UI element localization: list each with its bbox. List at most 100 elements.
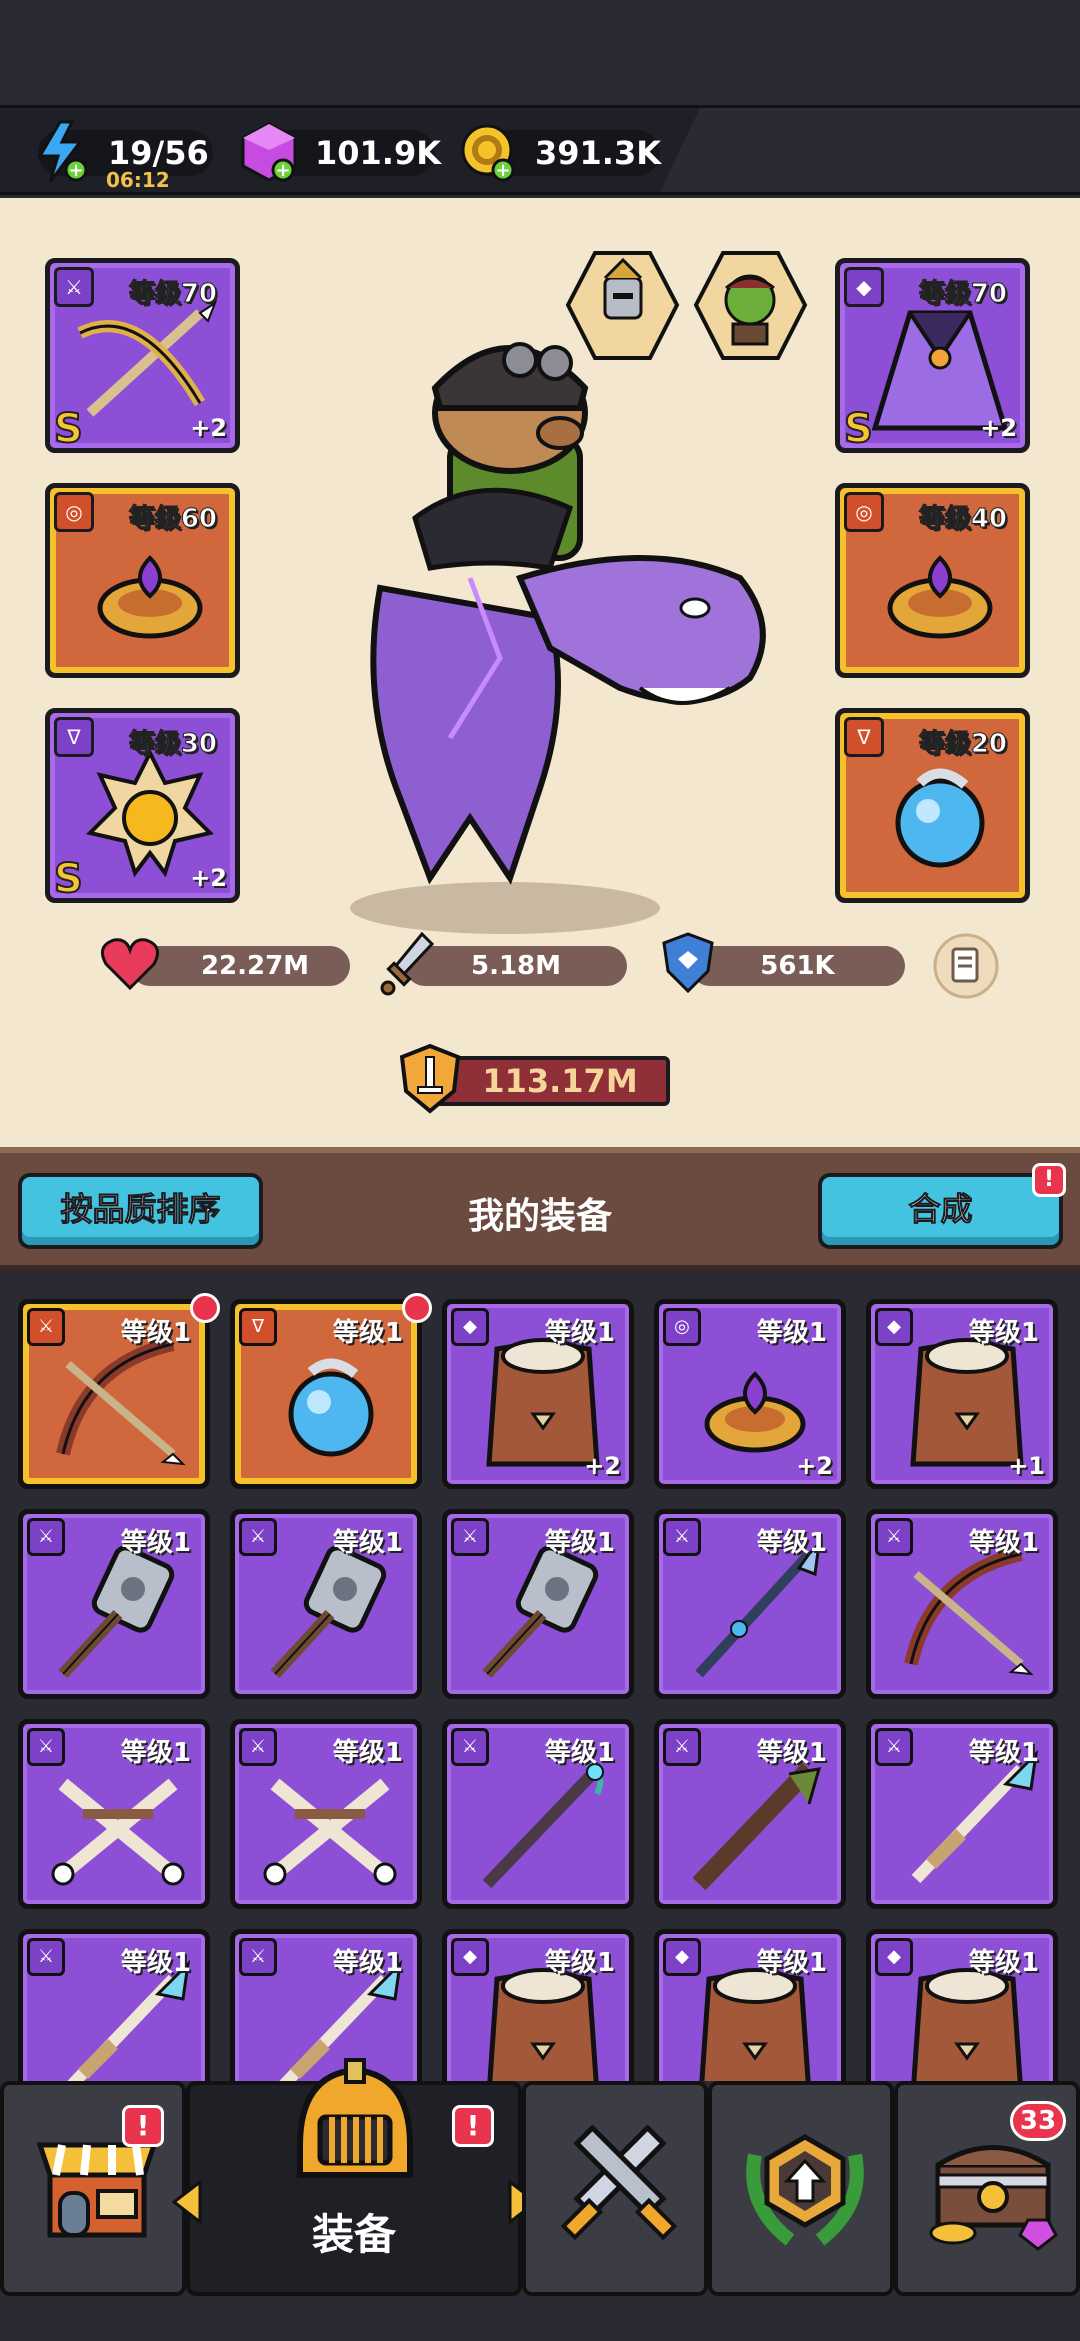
shop-alert-badge: ! [122,2105,164,2147]
inventory-item[interactable]: ⚔ 等级1 [866,1509,1058,1699]
new-item-indicator [190,1293,220,1323]
svg-text:+: + [68,160,83,181]
crossed-swords-icon [560,2125,678,2241]
inventory-header: 按品质排序 我的装备 合成 ! [0,1153,1080,1271]
item-level: 等级1 [756,1738,827,1768]
inventory-grid: ⚔ 等级1 ᐁ 等级1 ◆ 等级1 +2 ◎ 等级1 +2 ◆ 等级1 +1 ⚔ 等级1 ⚔ 等级1 ⚔ 等级1 ⚔ 等… [0,1271,1080,2081]
defense-stat: 561K [690,946,905,986]
item-plus: +2 [584,1452,621,1480]
inventory-item[interactable]: ⚔ 等级1 [18,1929,210,2081]
item-level: 等级1 [332,1738,403,1768]
inventory-item[interactable]: ◆ 等级1 [442,1929,634,2081]
helmet-icon [297,2058,413,2178]
bottom-nav: ! ! 装备 33 [0,2058,1080,2341]
inventory-item[interactable]: ⚔ 等级1 [18,1509,210,1699]
sword-type-icon: ⚔ [239,1518,277,1556]
amulet-slot[interactable]: ᐁ 等级30 S +2 [45,708,240,903]
item-level: 等级1 [756,1318,827,1348]
gold-counter[interactable]: + 391.3K [461,124,662,182]
gem-value: 101.9K [315,134,442,172]
equipment-alert-badge: ! [452,2105,494,2147]
slot-level: 等级30 [128,729,217,760]
inventory-item[interactable]: ⚔ 等级1 [18,1719,210,1909]
power-shield-icon [399,1043,461,1114]
inventory-item[interactable]: ⚔ 等级1 [442,1719,634,1909]
weapon-slot[interactable]: ⚔ 等级70 S +2 [45,258,240,453]
gem-icon: + [241,122,297,182]
necklace-type-icon: ᐁ [54,717,94,757]
sword-type-icon: ⚔ [875,1518,913,1556]
coin-icon: + [461,124,515,182]
item-level: 等级1 [968,1948,1039,1978]
gold-value: 391.3K [535,134,662,172]
armor-slot[interactable]: ◆ 等级70 S +2 [835,258,1030,453]
hero-panel: ⚔ 等级70 S +2 ◎ 等级60 ᐁ 等级30 S +2 ◆ 等级70 S … [0,198,1080,1317]
slot-plus: +2 [190,414,227,442]
armor-type-icon: ◆ [451,1938,489,1976]
ring-slot-right[interactable]: ◎ 等级40 [835,483,1030,678]
tab-equipment[interactable]: ! 装备 [172,2058,538,2296]
pendant-slot[interactable]: ᐁ 等级20 [835,708,1030,903]
sword-type-icon: ⚔ [27,1308,65,1346]
armor-type-icon: ◆ [875,1938,913,1976]
energy-icon: + [37,120,88,183]
svg-text:+: + [275,160,290,181]
inventory-item[interactable]: ⚔ 等级1 [230,1719,422,1909]
inventory-item[interactable]: ⚔ 等级1 [654,1719,846,1909]
tab-chest[interactable]: 33 [894,2081,1080,2296]
sword-type-icon: ⚔ [875,1728,913,1766]
item-level: 等级1 [120,1318,191,1348]
energy-timer: 06:12 [106,168,170,192]
slot-grade: S [53,855,84,902]
ring-type-icon: ◎ [663,1308,701,1346]
chest-count-badge: 33 [1010,2101,1066,2141]
ring-type-icon: ◎ [54,492,94,532]
inventory-item[interactable]: ◆ 等级1 +2 [442,1299,634,1489]
gem-counter[interactable]: + 101.9K [241,122,441,182]
armor-type-icon: ◆ [451,1308,489,1346]
item-plus: +2 [796,1452,833,1480]
ring-type-icon: ◎ [844,492,884,532]
item-level: 等级1 [120,1738,191,1768]
treasure-chest-icon [929,2145,1058,2251]
inventory-item[interactable]: ⚔ 等级1 [654,1509,846,1699]
attack-stat: 5.18M [405,946,627,986]
inventory-item[interactable]: ◎ 等级1 +2 [654,1299,846,1489]
inventory-item[interactable]: ⚔ 等级1 [18,1299,210,1489]
item-level: 等级1 [968,1738,1039,1768]
item-level: 等级1 [332,1528,403,1558]
slot-level: 等级40 [918,504,1007,535]
inventory-item[interactable]: ◆ 等级1 +1 [866,1299,1058,1489]
slot-level: 等级70 [128,279,217,310]
sword-type-icon: ⚔ [239,1938,277,1976]
shield-icon [662,932,714,994]
ring-slot-left[interactable]: ◎ 等级60 [45,483,240,678]
item-level: 等级1 [120,1528,191,1558]
item-level: 等级1 [756,1528,827,1558]
hp-value: 22.27M [200,951,310,981]
hp-stat: 22.27M [130,946,350,986]
inventory-item[interactable]: ᐁ 等级1 [230,1299,422,1489]
item-level: 等级1 [332,1948,403,1978]
inventory-item[interactable]: ◆ 等级1 [654,1929,846,2081]
slot-plus: +2 [980,414,1017,442]
inventory-item[interactable]: ⚔ 等级1 [442,1509,634,1699]
tab-battle[interactable] [522,2081,708,2296]
tab-upgrade[interactable] [708,2081,894,2296]
inventory-item[interactable]: ⚔ 等级1 [230,1509,422,1699]
inventory-item[interactable]: ⚔ 等级1 [866,1719,1058,1909]
merge-button[interactable]: 合成 [818,1173,1063,1249]
slot-grade: S [53,405,84,452]
necklace-type-icon: ᐁ [239,1308,277,1346]
sword-type-icon: ⚔ [451,1728,489,1766]
hero-character [350,342,766,934]
stats-detail-icon[interactable] [933,933,999,999]
item-level: 等级1 [544,1318,615,1348]
item-level: 等级1 [544,1948,615,1978]
tab-shop[interactable]: ! [0,2081,186,2296]
sword-type-icon: ⚔ [239,1728,277,1766]
sword-type-icon: ⚔ [27,1728,65,1766]
inventory-item[interactable]: ◆ 等级1 [866,1929,1058,2081]
armor-type-icon: ◆ [844,267,884,307]
slot-level: 等级70 [918,279,1007,310]
